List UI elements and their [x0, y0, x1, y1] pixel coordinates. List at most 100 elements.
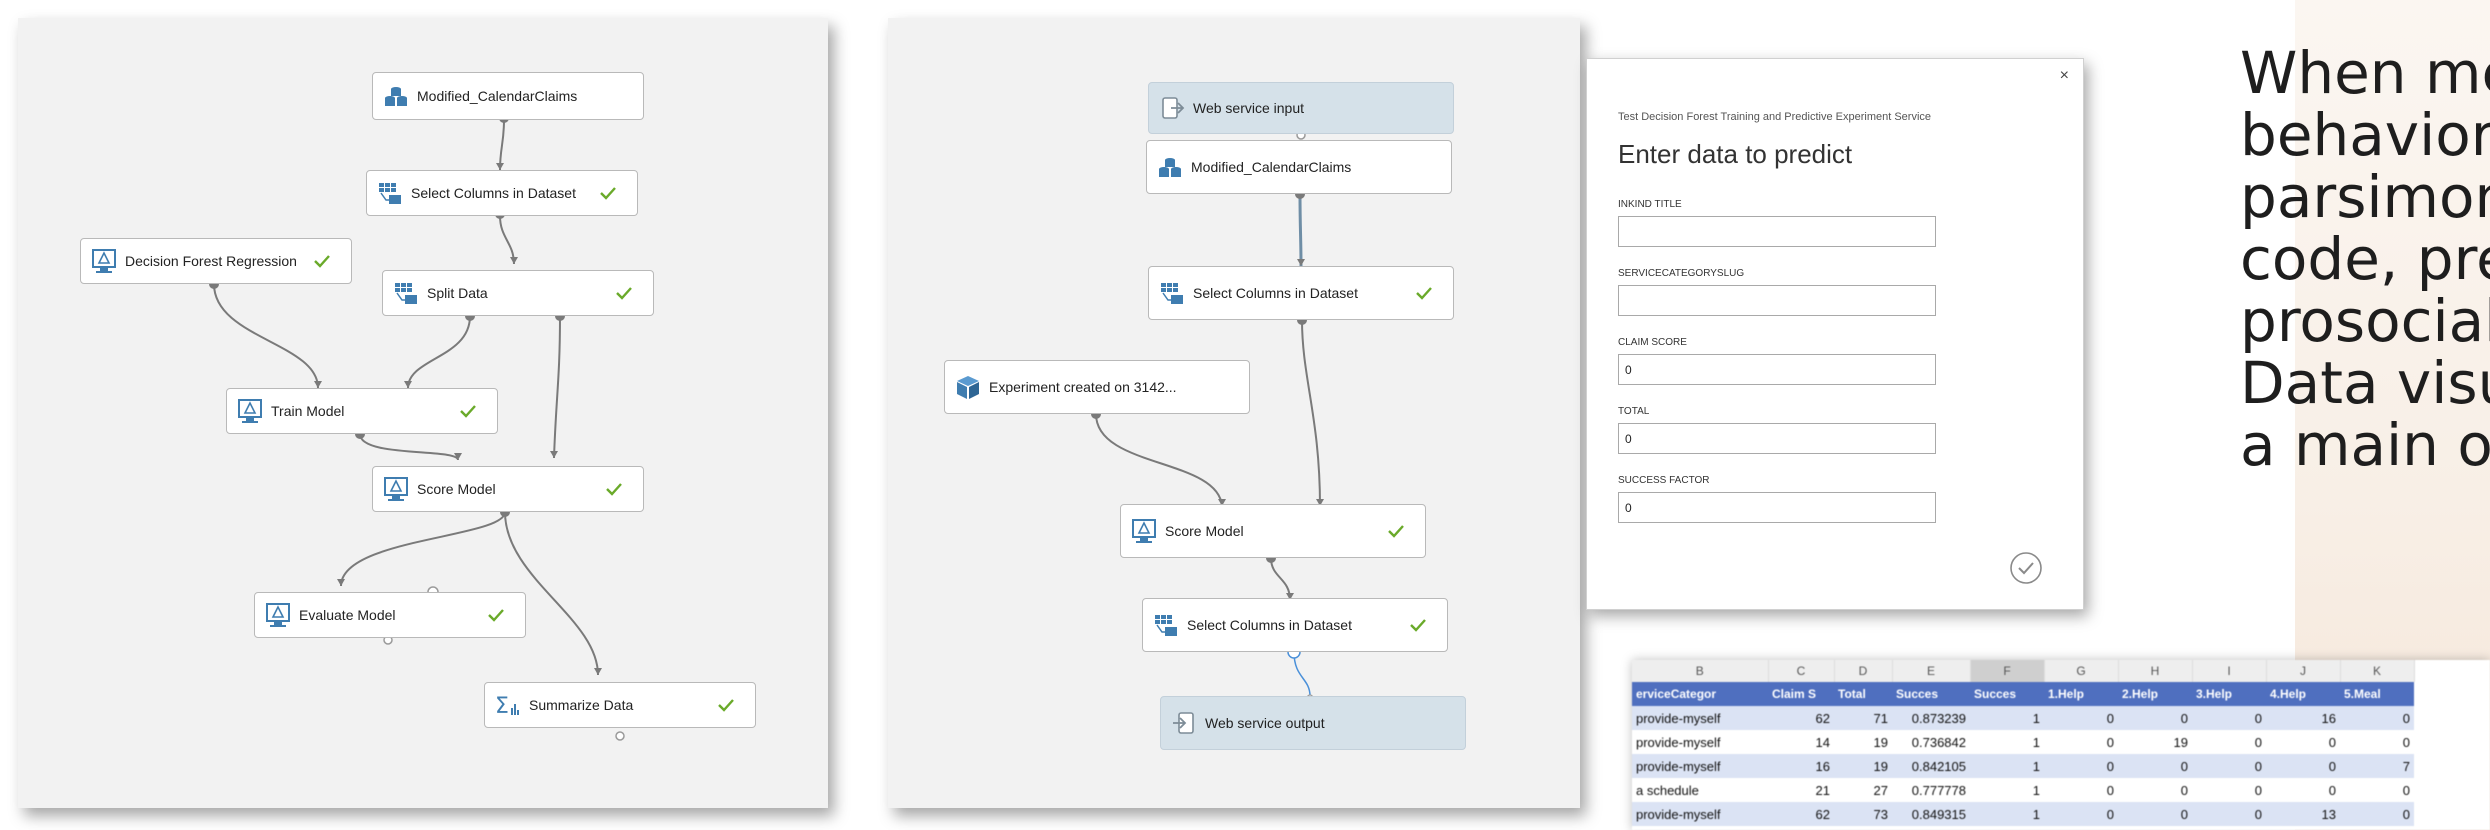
node-modified-calendar-claims[interactable]: Modified_CalendarClaims	[1146, 140, 1452, 194]
table-cell[interactable]: 0	[2266, 778, 2340, 802]
header-cell[interactable]: erviceCategor	[1632, 682, 1768, 706]
table-cell[interactable]: 0	[2192, 754, 2266, 778]
node-decision-forest-regression[interactable]: Decision Forest Regression	[80, 238, 352, 284]
column-letter[interactable]: D	[1834, 660, 1893, 682]
table-cell[interactable]: 0	[2044, 730, 2118, 754]
table-cell[interactable]: 0.777778	[1892, 778, 1970, 802]
table-cell[interactable]: 0	[2266, 754, 2340, 778]
table-cell[interactable]: 0	[2118, 802, 2192, 826]
table-cell[interactable]: 0	[2266, 730, 2340, 754]
experiment-canvas-training[interactable]: Modified_CalendarClaims Select Columns i…	[18, 18, 828, 808]
table-cell[interactable]: 0	[2340, 706, 2414, 730]
sigma-icon: Σ	[495, 694, 519, 718]
node-label: Score Model	[1165, 523, 1244, 539]
column-letter[interactable]: C	[1768, 660, 1835, 682]
node-summarize-data[interactable]: Σ Summarize Data	[484, 682, 756, 728]
table-cell[interactable]: 0	[2044, 754, 2118, 778]
table-cell[interactable]: 0	[2192, 802, 2266, 826]
node-select-columns[interactable]: Select Columns in Dataset	[1148, 266, 1454, 320]
column-letter[interactable]: J	[2266, 660, 2341, 682]
header-cell[interactable]: Claim S	[1768, 682, 1834, 706]
table-cell[interactable]: 16	[1768, 754, 1834, 778]
service-name: Test Decision Forest Training and Predic…	[1618, 111, 1932, 123]
node-web-service-input[interactable]: Web service input	[1148, 82, 1454, 134]
table-cell[interactable]: 0	[2118, 706, 2192, 730]
table-cell[interactable]: 14	[1768, 730, 1834, 754]
table-cell[interactable]: 0.842105	[1892, 754, 1970, 778]
column-letter-selected[interactable]: F	[1970, 660, 2045, 682]
table-cell[interactable]: 19	[2118, 730, 2192, 754]
header-cell[interactable]: 4.Help	[2266, 682, 2340, 706]
table-cell[interactable]: 73	[1834, 802, 1892, 826]
table-cell[interactable]: 0	[2340, 778, 2414, 802]
slide-text-line: behavior,	[2240, 101, 2490, 169]
column-letter[interactable]: K	[2340, 660, 2415, 682]
table-cell[interactable]: 0	[2118, 754, 2192, 778]
total-input[interactable]	[1618, 423, 1936, 454]
table-cell[interactable]: provide-myself	[1632, 730, 1768, 754]
table-cell[interactable]: 0.736842	[1892, 730, 1970, 754]
table-cell[interactable]: 62	[1768, 706, 1834, 730]
table-cell[interactable]: 16	[2266, 706, 2340, 730]
success-factor-input[interactable]	[1618, 492, 1936, 523]
column-letter[interactable]: B	[1632, 660, 1769, 682]
table-cell[interactable]: 1	[1970, 706, 2044, 730]
select-columns-icon	[379, 183, 401, 204]
node-select-columns-2[interactable]: Select Columns in Dataset	[1142, 598, 1448, 652]
column-letter[interactable]: I	[2192, 660, 2267, 682]
column-letter[interactable]: E	[1892, 660, 1971, 682]
table-cell[interactable]: 0	[2192, 706, 2266, 730]
node-evaluate-model[interactable]: Evaluate Model	[254, 592, 526, 638]
table-cell[interactable]: 0	[2192, 778, 2266, 802]
table-cell[interactable]: 62	[1768, 802, 1834, 826]
node-modified-calendar-claims[interactable]: Modified_CalendarClaims	[372, 72, 644, 120]
experiment-canvas-predictive[interactable]: Web service input Modified_CalendarClaim…	[888, 18, 1580, 808]
table-cell[interactable]: 19	[1834, 754, 1892, 778]
header-cell[interactable]: Total	[1834, 682, 1892, 706]
table-cell[interactable]: 0	[2044, 706, 2118, 730]
table-cell[interactable]: a schedule	[1632, 778, 1768, 802]
table-cell[interactable]: provide-myself	[1632, 706, 1768, 730]
column-letter[interactable]: G	[2044, 660, 2119, 682]
table-cell[interactable]: 0	[2340, 730, 2414, 754]
table-cell[interactable]: 0	[2044, 802, 2118, 826]
table-cell[interactable]: 0.849315	[1892, 802, 1970, 826]
inkind-title-input[interactable]	[1618, 216, 1936, 247]
table-cell[interactable]: 7	[2340, 754, 2414, 778]
node-split-data[interactable]: Split Data	[382, 270, 654, 316]
table-cell[interactable]: 0.873239	[1892, 706, 1970, 730]
table-cell[interactable]: 71	[1834, 706, 1892, 730]
close-icon[interactable]: ×	[2060, 67, 2069, 85]
table-cell[interactable]: 27	[1834, 778, 1892, 802]
table-cell[interactable]: 1	[1970, 754, 2044, 778]
table-cell[interactable]: provide-myself	[1632, 802, 1768, 826]
table-cell[interactable]: 1	[1970, 778, 2044, 802]
table-cell[interactable]: 0	[2340, 802, 2414, 826]
table-cell[interactable]: 21	[1768, 778, 1834, 802]
node-score-model[interactable]: Score Model	[1120, 504, 1426, 558]
table-cell[interactable]: 19	[1834, 730, 1892, 754]
header-cell[interactable]: 1.Help	[2044, 682, 2118, 706]
servicecategoryslug-input[interactable]	[1618, 285, 1936, 316]
header-cell[interactable]: Succes	[1970, 682, 2044, 706]
table-cell[interactable]: 0	[2192, 730, 2266, 754]
header-cell[interactable]: 2.Help	[2118, 682, 2192, 706]
header-cell[interactable]: 5.Meal	[2340, 682, 2414, 706]
table-cell[interactable]: 0	[2044, 778, 2118, 802]
node-web-service-output[interactable]: Web service output	[1160, 696, 1466, 750]
node-experiment-created[interactable]: Experiment created on 3142...	[944, 360, 1250, 414]
table-cell[interactable]: 13	[2266, 802, 2340, 826]
node-score-model[interactable]: Score Model	[372, 466, 644, 512]
node-train-model[interactable]: Train Model	[226, 388, 498, 434]
table-row: provide-myself 16 19 0.842105 1 0 0 0 0 …	[1632, 754, 2414, 778]
table-cell[interactable]: 1	[1970, 802, 2044, 826]
node-select-columns[interactable]: Select Columns in Dataset	[366, 170, 638, 216]
header-cell[interactable]: 3.Help	[2192, 682, 2266, 706]
table-cell[interactable]: 0	[2118, 778, 2192, 802]
table-cell[interactable]: provide-myself	[1632, 754, 1768, 778]
table-cell[interactable]: 1	[1970, 730, 2044, 754]
claim-score-input[interactable]	[1618, 354, 1936, 385]
column-letter[interactable]: H	[2118, 660, 2193, 682]
check-circle-icon[interactable]	[2009, 551, 2043, 585]
header-cell[interactable]: Succes	[1892, 682, 1970, 706]
